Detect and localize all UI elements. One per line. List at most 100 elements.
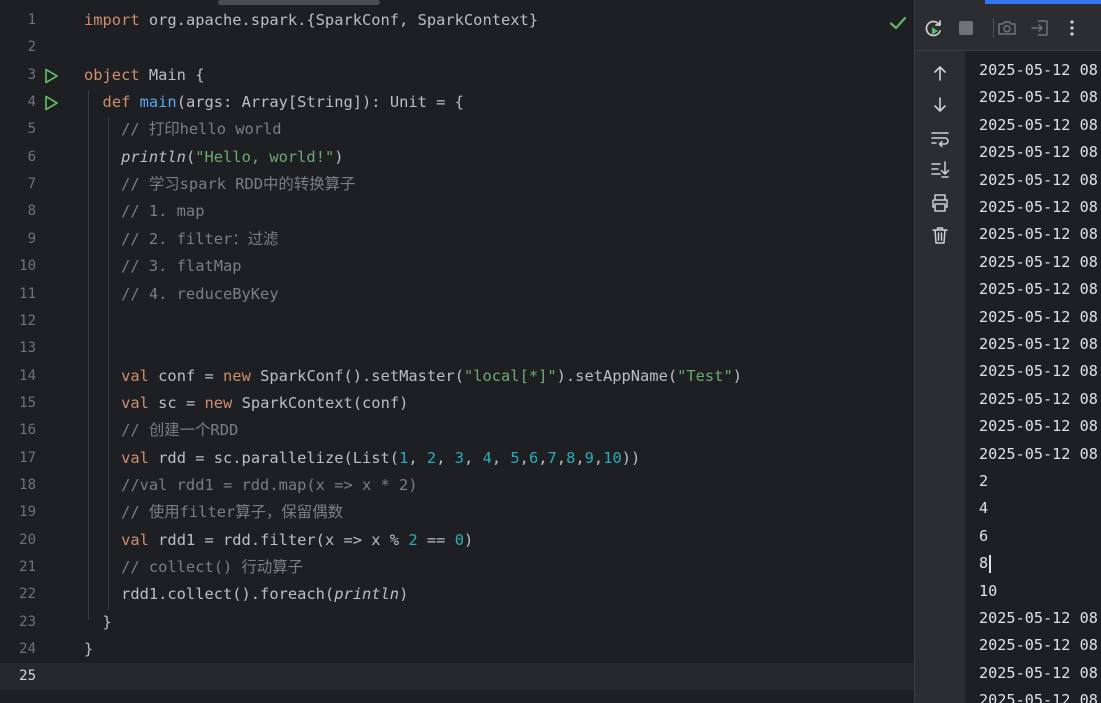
line-number[interactable]: 11: [0, 281, 36, 308]
code-token: // 1. map: [84, 202, 205, 221]
code-line[interactable]: 16 // 创建一个RDD: [0, 417, 914, 444]
line-number[interactable]: 15: [0, 390, 36, 417]
run-icon[interactable]: [43, 68, 59, 84]
code-line[interactable]: 7 // 学习spark RDD中的转换算子: [0, 171, 914, 198]
line-number[interactable]: 3: [0, 62, 36, 89]
line-number[interactable]: 12: [0, 308, 36, 335]
code-line[interactable]: 10 // 3. flatMap: [0, 253, 914, 280]
code-text[interactable]: // 1. map: [84, 198, 204, 225]
line-number[interactable]: 1: [0, 7, 36, 34]
console-line-text: 2025-05-12 08: [979, 335, 1098, 353]
scroll-to-end-icon[interactable]: [929, 158, 951, 180]
more-icon[interactable]: [1061, 17, 1083, 39]
line-number[interactable]: 17: [0, 445, 36, 472]
code-token: 10: [603, 448, 622, 467]
line-number[interactable]: 24: [0, 636, 36, 663]
code-line[interactable]: 21 // collect() 行动算子: [0, 554, 914, 581]
code-text[interactable]: // 创建一个RDD: [84, 417, 238, 444]
horizontal-scrollbar[interactable]: [218, 0, 380, 5]
console-line: 2025-05-12 08: [979, 167, 1098, 194]
line-number[interactable]: 20: [0, 527, 36, 554]
code-text[interactable]: // collect() 行动算子: [84, 554, 303, 581]
code-line[interactable]: 17 val rdd = sc.parallelize(List(1, 2, 3…: [0, 445, 914, 472]
line-number[interactable]: 2: [0, 34, 36, 61]
code-text[interactable]: // 4. reduceByKey: [84, 281, 279, 308]
code-text[interactable]: }: [84, 636, 93, 663]
code-line[interactable]: 15 val sc = new SparkContext(conf): [0, 390, 914, 417]
code-line[interactable]: 13: [0, 335, 914, 362]
code-text[interactable]: def main(args: Array[String]): Unit = {: [84, 89, 464, 116]
line-number[interactable]: 23: [0, 609, 36, 636]
line-number[interactable]: 13: [0, 335, 36, 362]
line-number[interactable]: 6: [0, 144, 36, 171]
line-number[interactable]: 7: [0, 171, 36, 198]
code-token: def: [102, 93, 140, 112]
trash-icon[interactable]: [929, 224, 951, 246]
code-line[interactable]: 6 println("Hello, world!"): [0, 144, 914, 171]
code-token: ,: [593, 448, 604, 467]
line-number[interactable]: 22: [0, 581, 36, 608]
code-line[interactable]: 9 // 2. filter：过滤: [0, 226, 914, 253]
code-text[interactable]: // 使用filter算子，保留偶数: [84, 499, 343, 526]
line-number[interactable]: 18: [0, 472, 36, 499]
code-line[interactable]: 14 val conf = new SparkConf().setMaster(…: [0, 363, 914, 390]
code-text[interactable]: val conf = new SparkConf().setMaster("lo…: [84, 363, 742, 390]
line-number[interactable]: 10: [0, 253, 36, 280]
run-icon[interactable]: [43, 95, 59, 111]
code-line[interactable]: 4 def main(args: Array[String]): Unit = …: [0, 89, 914, 116]
code-text[interactable]: }: [84, 609, 112, 636]
line-number[interactable]: 21: [0, 554, 36, 581]
code-text[interactable]: val rdd = sc.parallelize(List(1, 2, 3, 4…: [84, 445, 640, 472]
arrow-up-icon[interactable]: [929, 62, 951, 84]
code-text[interactable]: //val rdd1 = rdd.map(x => x * 2): [84, 472, 418, 499]
code-line[interactable]: 5 // 打印hello world: [0, 116, 914, 143]
code-text[interactable]: // 打印hello world: [84, 116, 282, 143]
code-line[interactable]: 20 val rdd1 = rdd.filter(x => x % 2 == 0…: [0, 527, 914, 554]
camera-icon[interactable]: [996, 17, 1018, 39]
console-output[interactable]: 2025-05-12 08 2025-05-12 08 2025-05-12 08 2…: [979, 51, 1101, 703]
exit-icon[interactable]: [1029, 17, 1051, 39]
code-text[interactable]: // 3. flatMap: [84, 253, 241, 280]
arrow-down-icon[interactable]: [929, 94, 951, 116]
print-icon[interactable]: [929, 192, 951, 214]
code-line[interactable]: 1 import org.apache.spark.{SparkConf, Spa…: [0, 7, 914, 34]
code-line[interactable]: 25: [0, 663, 914, 691]
code-text[interactable]: val sc = new SparkContext(conf): [84, 390, 408, 417]
code-text[interactable]: // 学习spark RDD中的转换算子: [84, 171, 355, 198]
line-number[interactable]: 19: [0, 499, 36, 526]
code-line[interactable]: 22 rdd1.collect().foreach(println): [0, 581, 914, 608]
code-line[interactable]: 2: [0, 34, 914, 61]
console-line-text: 10: [979, 581, 998, 600]
code-line[interactable]: 24}: [0, 636, 914, 663]
code-line[interactable]: 19 // 使用filter算子，保留偶数: [0, 499, 914, 526]
text-caret: [989, 554, 992, 573]
line-number[interactable]: 4: [0, 89, 36, 116]
rerun-icon[interactable]: [923, 17, 945, 39]
line-number[interactable]: 14: [0, 363, 36, 390]
code-editor[interactable]: 1 import org.apache.spark.{SparkConf, Spa…: [0, 0, 914, 703]
code-text[interactable]: val rdd1 = rdd.filter(x => x % 2 == 0): [84, 527, 473, 554]
line-number[interactable]: 25: [0, 663, 36, 690]
code-text[interactable]: rdd1.collect().foreach(println): [84, 581, 408, 608]
code-text[interactable]: println("Hello, world!"): [84, 144, 343, 171]
code-text[interactable]: import org.apache.spark.{SparkConf, Spar…: [84, 7, 538, 34]
code-token: // 使用filter算子，保留偶数: [84, 503, 343, 522]
code-text[interactable]: object Main {: [84, 62, 204, 89]
code-line[interactable]: 18 //val rdd1 = rdd.map(x => x * 2): [0, 472, 914, 499]
line-number[interactable]: 16: [0, 417, 36, 444]
line-number[interactable]: 5: [0, 116, 36, 143]
line-number[interactable]: 9: [0, 226, 36, 253]
code-line[interactable]: 12: [0, 308, 914, 335]
code-token: rdd1.collect().foreach(: [84, 585, 335, 604]
code-line[interactable]: 23 }: [0, 609, 914, 636]
code-line[interactable]: 8 // 1. map: [0, 198, 914, 225]
code-token: conf =: [158, 366, 224, 385]
line-number[interactable]: 8: [0, 198, 36, 225]
code-text[interactable]: // 2. filter：过滤: [84, 226, 278, 253]
console-line: 2025-05-12 08: [979, 194, 1098, 221]
soft-wrap-icon[interactable]: [929, 127, 951, 149]
code-line[interactable]: 11 // 4. reduceByKey: [0, 281, 914, 308]
stop-icon[interactable]: [955, 17, 977, 39]
code-line[interactable]: 3 object Main {: [0, 62, 914, 89]
ide-window: 1 import org.apache.spark.{SparkConf, Spa…: [0, 0, 1101, 703]
